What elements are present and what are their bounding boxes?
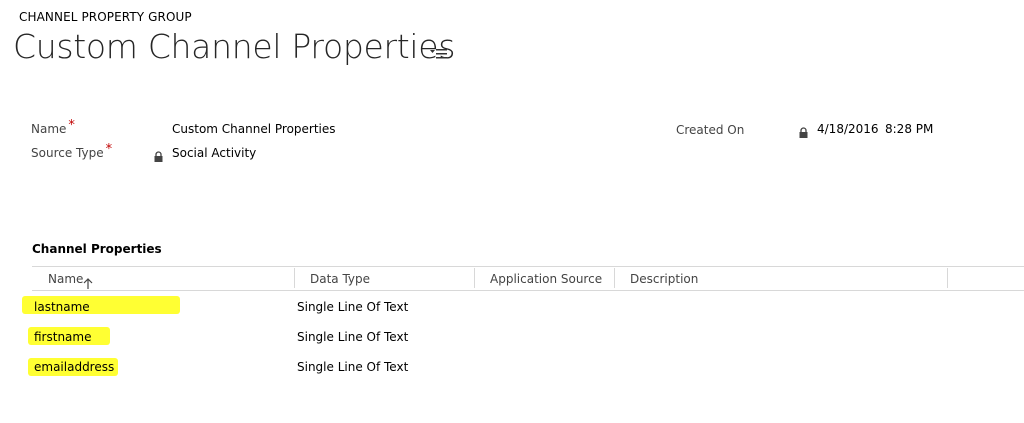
column-header-description[interactable]: Description xyxy=(630,272,698,286)
created-on-time: 8:28 PM xyxy=(885,122,934,136)
entity-type-label: CHANNEL PROPERTY GROUP xyxy=(19,10,192,24)
sort-ascending-icon[interactable] xyxy=(83,275,93,289)
source-type-field-label: Source Type * xyxy=(31,142,112,161)
cell-data-type: Single Line Of Text xyxy=(297,360,409,374)
lock-icon xyxy=(153,147,164,162)
page-title: Custom Channel Properties xyxy=(13,27,456,66)
cell-name[interactable]: firstname xyxy=(34,330,91,344)
column-header-data-type[interactable]: Data Type xyxy=(310,272,370,286)
grid-divider xyxy=(32,290,1024,291)
cell-name[interactable]: lastname xyxy=(34,300,90,314)
table-row[interactable]: lastname Single Line Of Text xyxy=(32,293,1024,323)
source-type-label-text: Source Type xyxy=(31,146,104,160)
cell-data-type: Single Line Of Text xyxy=(297,330,409,344)
created-on-field-label: Created On xyxy=(676,123,745,137)
column-separator[interactable] xyxy=(947,268,948,288)
grid-divider xyxy=(32,266,1024,267)
created-on-date: 4/18/2016 xyxy=(817,122,879,136)
column-header-name[interactable]: Name xyxy=(48,272,83,286)
name-label-text: Name xyxy=(31,122,67,136)
column-separator[interactable] xyxy=(474,268,475,288)
column-separator[interactable] xyxy=(614,268,615,288)
column-header-application-source[interactable]: Application Source xyxy=(490,272,602,286)
cell-name[interactable]: emailaddress xyxy=(34,360,114,374)
required-marker: * xyxy=(68,118,75,133)
section-title: Channel Properties xyxy=(32,242,162,256)
record-form: CHANNEL PROPERTY GROUP Custom Channel Pr… xyxy=(0,0,1024,423)
column-separator[interactable] xyxy=(294,268,295,288)
source-type-field-value: Social Activity xyxy=(172,146,257,160)
table-row[interactable]: emailaddress Single Line Of Text xyxy=(32,353,1024,383)
name-field-label: Name * xyxy=(31,118,75,137)
cell-data-type: Single Line Of Text xyxy=(297,300,409,314)
required-marker: * xyxy=(105,142,113,157)
list-menu-icon[interactable] xyxy=(430,46,448,60)
lock-icon xyxy=(798,123,809,138)
name-field-value[interactable]: Custom Channel Properties xyxy=(172,122,336,136)
table-row[interactable]: firstname Single Line Of Text xyxy=(32,323,1024,353)
